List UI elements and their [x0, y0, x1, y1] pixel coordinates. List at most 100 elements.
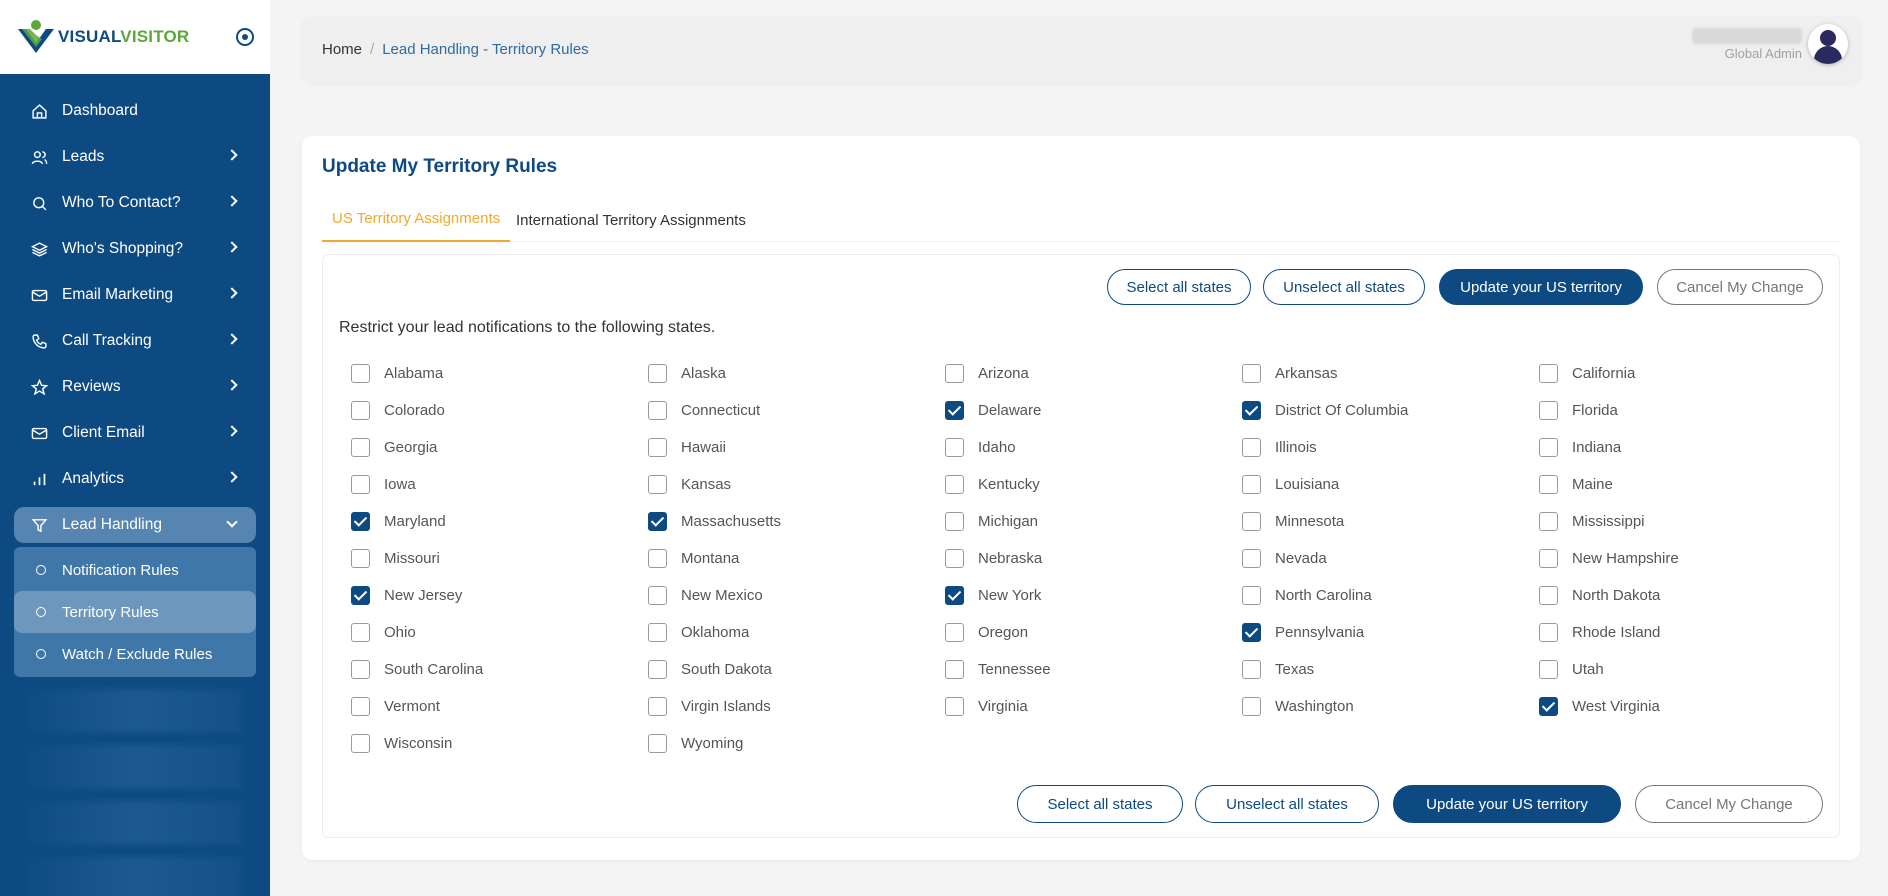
state-checkbox-item[interactable]: Minnesota [1242, 509, 1522, 533]
tab-us-territory[interactable]: US Territory Assignments [322, 206, 511, 242]
sidebar-item-analytics[interactable]: Analytics [0, 456, 270, 502]
checkbox-checked[interactable] [1242, 400, 1261, 420]
checkbox-unchecked[interactable] [1242, 585, 1261, 605]
sidebar-item-client-email[interactable]: Client Email [0, 410, 270, 456]
checkbox-unchecked[interactable] [1539, 363, 1558, 383]
state-checkbox-item[interactable]: Arkansas [1242, 361, 1522, 385]
checkbox-unchecked[interactable] [351, 363, 370, 383]
sidebar-item-email-marketing[interactable]: Email Marketing [0, 272, 270, 318]
user-menu[interactable]: Global Admin [1692, 24, 1848, 64]
state-checkbox-item[interactable]: Wisconsin [351, 731, 631, 755]
checkbox-unchecked[interactable] [945, 363, 964, 383]
state-checkbox-item[interactable]: Pennsylvania [1242, 620, 1522, 644]
breadcrumb-home-link[interactable]: Home [322, 41, 362, 58]
checkbox-unchecked[interactable] [1539, 511, 1558, 531]
checkbox-checked[interactable] [945, 400, 964, 420]
state-checkbox-item[interactable]: Arizona [945, 361, 1225, 385]
state-checkbox-item[interactable]: Oklahoma [648, 620, 928, 644]
state-checkbox-item[interactable]: Florida [1539, 398, 1819, 422]
state-checkbox-item[interactable]: Alaska [648, 361, 928, 385]
state-checkbox-item[interactable]: New Jersey [351, 583, 631, 607]
checkbox-checked[interactable] [945, 585, 964, 605]
checkbox-unchecked[interactable] [1242, 474, 1261, 494]
state-checkbox-item[interactable]: Kentucky [945, 472, 1225, 496]
checkbox-unchecked[interactable] [945, 696, 964, 716]
state-checkbox-item[interactable]: Rhode Island [1539, 620, 1819, 644]
checkbox-unchecked[interactable] [351, 474, 370, 494]
tab-international-territory[interactable]: International Territory Assignments [506, 208, 756, 244]
state-checkbox-item[interactable]: South Dakota [648, 657, 928, 681]
state-checkbox-item[interactable]: Louisiana [1242, 472, 1522, 496]
checkbox-unchecked[interactable] [648, 585, 667, 605]
state-checkbox-item[interactable]: Connecticut [648, 398, 928, 422]
state-checkbox-item[interactable]: Nebraska [945, 546, 1225, 570]
checkbox-unchecked[interactable] [1242, 696, 1261, 716]
checkbox-checked[interactable] [1242, 622, 1261, 642]
checkbox-unchecked[interactable] [1242, 548, 1261, 568]
select-all-states-button-bottom[interactable]: Select all states [1017, 785, 1183, 823]
state-checkbox-item[interactable]: Michigan [945, 509, 1225, 533]
update-us-territory-button-bottom[interactable]: Update your US territory [1393, 785, 1621, 823]
state-checkbox-item[interactable]: Georgia [351, 435, 631, 459]
checkbox-unchecked[interactable] [648, 622, 667, 642]
cancel-change-button[interactable]: Cancel My Change [1657, 269, 1823, 305]
checkbox-unchecked[interactable] [351, 437, 370, 457]
sidebar-subitem-notification-rules[interactable]: Notification Rules [14, 549, 256, 591]
state-checkbox-item[interactable]: Mississippi [1539, 509, 1819, 533]
checkbox-unchecked[interactable] [648, 400, 667, 420]
checkbox-unchecked[interactable] [1242, 659, 1261, 679]
state-checkbox-item[interactable]: Illinois [1242, 435, 1522, 459]
state-checkbox-item[interactable]: North Carolina [1242, 583, 1522, 607]
state-checkbox-item[interactable]: Montana [648, 546, 928, 570]
checkbox-unchecked[interactable] [945, 659, 964, 679]
state-checkbox-item[interactable]: Ohio [351, 620, 631, 644]
sidebar-item-who-to-contact[interactable]: Who To Contact? [0, 180, 270, 226]
state-checkbox-item[interactable]: Kansas [648, 472, 928, 496]
avatar[interactable] [1808, 24, 1848, 64]
checkbox-unchecked[interactable] [648, 548, 667, 568]
checkbox-unchecked[interactable] [648, 659, 667, 679]
state-checkbox-item[interactable]: Colorado [351, 398, 631, 422]
state-checkbox-item[interactable]: New Mexico [648, 583, 928, 607]
checkbox-checked[interactable] [648, 511, 667, 531]
state-checkbox-item[interactable]: District Of Columbia [1242, 398, 1522, 422]
state-checkbox-item[interactable]: North Dakota [1539, 583, 1819, 607]
checkbox-unchecked[interactable] [1539, 585, 1558, 605]
state-checkbox-item[interactable]: Iowa [351, 472, 631, 496]
state-checkbox-item[interactable]: Tennessee [945, 657, 1225, 681]
sidebar-subitem-territory-rules[interactable]: Territory Rules [14, 591, 256, 633]
state-checkbox-item[interactable]: Indiana [1539, 435, 1819, 459]
target-icon[interactable] [236, 28, 254, 46]
state-checkbox-item[interactable]: Virginia [945, 694, 1225, 718]
checkbox-checked[interactable] [1539, 696, 1558, 716]
checkbox-unchecked[interactable] [945, 548, 964, 568]
checkbox-unchecked[interactable] [945, 511, 964, 531]
state-checkbox-item[interactable]: Delaware [945, 398, 1225, 422]
state-checkbox-item[interactable]: Alabama [351, 361, 631, 385]
state-checkbox-item[interactable]: South Carolina [351, 657, 631, 681]
state-checkbox-item[interactable]: New Hampshire [1539, 546, 1819, 570]
state-checkbox-item[interactable]: Utah [1539, 657, 1819, 681]
state-checkbox-item[interactable]: Vermont [351, 694, 631, 718]
checkbox-unchecked[interactable] [945, 437, 964, 457]
state-checkbox-item[interactable]: Idaho [945, 435, 1225, 459]
state-checkbox-item[interactable]: California [1539, 361, 1819, 385]
checkbox-unchecked[interactable] [1539, 437, 1558, 457]
state-checkbox-item[interactable]: Washington [1242, 694, 1522, 718]
cancel-change-button-bottom[interactable]: Cancel My Change [1635, 785, 1823, 823]
checkbox-unchecked[interactable] [648, 733, 667, 753]
checkbox-unchecked[interactable] [648, 696, 667, 716]
state-checkbox-item[interactable]: Massachusetts [648, 509, 928, 533]
sidebar-item-leads[interactable]: Leads [0, 134, 270, 180]
update-us-territory-button[interactable]: Update your US territory [1439, 269, 1643, 305]
sidebar-item-reviews[interactable]: Reviews [0, 364, 270, 410]
checkbox-unchecked[interactable] [1242, 437, 1261, 457]
state-checkbox-item[interactable]: Maryland [351, 509, 631, 533]
state-checkbox-item[interactable]: Wyoming [648, 731, 928, 755]
unselect-all-states-button[interactable]: Unselect all states [1263, 269, 1425, 305]
state-checkbox-item[interactable]: Virgin Islands [648, 694, 928, 718]
checkbox-unchecked[interactable] [351, 622, 370, 642]
select-all-states-button[interactable]: Select all states [1107, 269, 1251, 305]
unselect-all-states-button-bottom[interactable]: Unselect all states [1195, 785, 1379, 823]
checkbox-unchecked[interactable] [351, 548, 370, 568]
